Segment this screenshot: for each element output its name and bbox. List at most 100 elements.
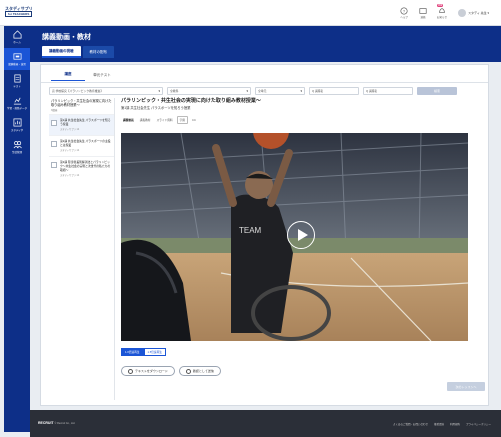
sidebar-item-lectures[interactable]: 講義動画・演習 bbox=[4, 48, 30, 70]
playback-speed: 1.0倍速再生 1.5倍速再生 bbox=[121, 348, 166, 356]
user-menu[interactable]: スタディ 先生 ▾ bbox=[458, 9, 489, 17]
search-input-2[interactable]: Q 講座名 bbox=[363, 87, 413, 95]
unit-select[interactable]: 全単元 ▾ bbox=[255, 87, 305, 95]
footer-links: よくあるご質問・お問い合わせ 推奨環境 利用規約 プライバシーポリシー bbox=[393, 422, 491, 426]
header-tabs: 講義動画の視聴 教材の配布 bbox=[42, 46, 114, 58]
sidebar-item-students[interactable]: 生徒管理 bbox=[4, 136, 30, 158]
send-mail-button[interactable]: 確認として送信 bbox=[178, 366, 221, 376]
video-pane: パラリンピック・共生社会の実現に向けた取り組み教材授業～ 第1講 共生社会先生 … bbox=[121, 98, 485, 400]
sidebar-item-label: スタディ学 bbox=[10, 129, 24, 132]
notification-label: お知らせ bbox=[437, 16, 447, 19]
page-title: 講義動画・教材 bbox=[42, 34, 91, 41]
chevron-down-icon: ▾ bbox=[158, 89, 160, 93]
next-lesson-button[interactable]: 次のレッスンへ bbox=[447, 382, 485, 391]
notification-button[interactable]: お知らせ bbox=[437, 7, 447, 19]
course-select-value: 高 学校探究【パラリンピック教育推進】 bbox=[52, 89, 104, 93]
chevron-down-icon: ▾ bbox=[300, 89, 302, 93]
speed-normal-button[interactable]: 1.0倍速再生 bbox=[121, 348, 144, 356]
lesson-title: 第2講 共生社会先生 パラスポーツの主役とは授業 bbox=[60, 139, 111, 147]
search-input-1[interactable]: Q 講座名 bbox=[309, 87, 359, 95]
download-text-label: テキストをダウンロード bbox=[135, 369, 168, 373]
list-item[interactable]: 第2講 共生社会先生 パラスポーツの主役とは授業 スタディサプリ 14 bbox=[49, 135, 114, 156]
chevron-down-icon: ▾ bbox=[246, 89, 248, 93]
download-text-button[interactable]: テキストをダウンロード bbox=[121, 366, 175, 376]
footer: RECRUIT © Recruit Co., Ltd. よくあるご質問・お問い合… bbox=[30, 410, 501, 437]
lesson-meta: スタディサプリ 14 bbox=[60, 150, 80, 153]
video-player[interactable]: TEAM bbox=[121, 133, 468, 341]
lesson-title: 第1講 共生社会先生 パラスポーツを知ろう授業 bbox=[60, 118, 111, 126]
lesson-title: 第3講 障害者差別解消法とパラリンピック～共生社会の実現と次世代の私たちの取組～ bbox=[60, 160, 111, 172]
message-icon bbox=[419, 8, 427, 14]
footer-link-help[interactable]: よくあるご質問・お問い合わせ bbox=[393, 422, 428, 426]
lesson-checkbox[interactable] bbox=[51, 162, 57, 169]
list-item[interactable]: 第3講 障害者差別解消法とパラリンピック～共生社会の実現と次世代の私たちの取組～… bbox=[49, 156, 114, 181]
bell-icon bbox=[439, 8, 445, 13]
download-icon bbox=[128, 368, 133, 374]
svg-text:?: ? bbox=[403, 9, 406, 14]
home-icon bbox=[13, 30, 21, 39]
footer-brand: RECRUIT bbox=[38, 421, 54, 425]
footer-logo: RECRUIT © Recruit Co., Ltd. bbox=[38, 421, 75, 425]
tab-material-distribution[interactable]: 教材の配布 bbox=[82, 46, 114, 58]
sidebar: ホーム 講義動画・演習 テスト 学習・進路データ スタディ学 生徒管理 bbox=[4, 26, 30, 432]
video-title: パラリンピック・共生社会の実現に向けた取り組み教材授業～ bbox=[121, 98, 261, 104]
sidebar-item-label: 講義動画・演習 bbox=[8, 63, 26, 66]
message-button[interactable]: 連絡 bbox=[418, 7, 428, 19]
app-logo[interactable]: スタディサプリ for TEACHERS bbox=[5, 6, 33, 17]
svg-text:TEAM: TEAM bbox=[239, 226, 262, 235]
sidebar-item-tests[interactable]: テスト bbox=[4, 70, 30, 92]
course-select[interactable]: 高 学校探究【パラリンピック教育推進】 ▾ bbox=[49, 87, 163, 95]
subject-select-value: 全教科 bbox=[170, 89, 179, 93]
footer-link-terms[interactable]: 利用規約 bbox=[450, 422, 460, 426]
top-icons: ? ヘルプ 連絡 お知らせ スタディ 先生 ▾ bbox=[399, 7, 489, 19]
footer-link-privacy[interactable]: プライバシーポリシー bbox=[466, 422, 491, 426]
sidebar-item-home[interactable]: ホーム bbox=[4, 26, 30, 48]
list-item[interactable]: 第1講 共生社会先生 パラスポーツを知ろう授業 スタディサプリ 14 bbox=[49, 114, 114, 136]
lesson-meta: スタディサプリ 14 bbox=[60, 175, 80, 178]
tab-lecture-viewing[interactable]: 講義動画の視聴 bbox=[42, 46, 81, 58]
chart-icon bbox=[13, 97, 21, 105]
help-label: ヘルプ bbox=[400, 16, 408, 19]
play-icon[interactable] bbox=[287, 221, 315, 249]
page-header: 講義動画・教材 講義動画の視聴 教材の配布 bbox=[30, 26, 501, 62]
tab-course[interactable]: 講座 bbox=[51, 69, 85, 81]
send-mail-label: 確認として送信 bbox=[192, 369, 214, 373]
video-actions: テキストをダウンロード 確認として送信 bbox=[121, 366, 221, 376]
tab-cc[interactable]: CC bbox=[190, 118, 198, 123]
tab-video[interactable]: 講義動画 bbox=[121, 117, 136, 123]
logo-subtitle: for TEACHERS bbox=[5, 11, 33, 17]
users-icon bbox=[13, 141, 22, 149]
lesson-meta: スタディサプリ 14 bbox=[60, 129, 80, 132]
subject-select[interactable]: 全教科 ▾ bbox=[167, 87, 251, 95]
search-placeholder-2: Q 講座名 bbox=[366, 89, 378, 93]
video-icon bbox=[13, 53, 21, 60]
sidebar-item-label: テスト bbox=[13, 85, 21, 88]
footer-link-env[interactable]: 推奨環境 bbox=[434, 422, 444, 426]
user-name: スタディ 先生 ▾ bbox=[468, 11, 489, 15]
tab-slides[interactable]: スライド資料 bbox=[155, 117, 175, 123]
help-button[interactable]: ? ヘルプ bbox=[399, 7, 409, 19]
tab-unit-test[interactable]: 単元テスト bbox=[85, 69, 119, 81]
lesson-checkbox[interactable] bbox=[51, 141, 57, 148]
speed-fast-button[interactable]: 1.5倍速再生 bbox=[143, 348, 166, 356]
help-icon: ? bbox=[400, 7, 408, 15]
search-button[interactable]: 検索 bbox=[417, 87, 457, 95]
sidebar-item-label: 学習・進路データ bbox=[6, 107, 27, 110]
video-tabs: 講義動画 講義教材 スライド資料 字幕 CC bbox=[121, 116, 485, 124]
sidebar-item-study[interactable]: スタディ学 bbox=[4, 114, 30, 136]
sidebar-item-label: 生徒管理 bbox=[11, 151, 22, 154]
tab-subtitles[interactable]: 字幕 bbox=[176, 116, 188, 124]
lesson-list: パラリンピック・共生社会の実現に向けた取り組み教材授業～ 3講座 第1講 共生社… bbox=[49, 98, 115, 400]
filter-bar: 高 学校探究【パラリンピック教育推進】 ▾ 全教科 ▾ 全単元 ▾ Q 講座名 … bbox=[49, 87, 457, 95]
board-icon bbox=[13, 118, 21, 127]
lesson-checkbox[interactable] bbox=[51, 120, 57, 126]
message-label: 連絡 bbox=[420, 16, 426, 19]
mail-icon bbox=[185, 368, 191, 374]
avatar bbox=[458, 9, 467, 17]
video-subtitle: 第1講 共生社会先生 パラスポーツを知ろう授業 bbox=[121, 106, 191, 110]
sidebar-item-data[interactable]: 学習・進路データ bbox=[4, 92, 30, 114]
footer-copyright: © Recruit Co., Ltd. bbox=[54, 422, 76, 425]
unit-select-value: 全単元 bbox=[258, 89, 267, 93]
tab-material[interactable]: 講義教材 bbox=[138, 117, 153, 123]
course-title: パラリンピック・共生社会の実現に向けた取り組み教材授業～ bbox=[51, 99, 112, 107]
